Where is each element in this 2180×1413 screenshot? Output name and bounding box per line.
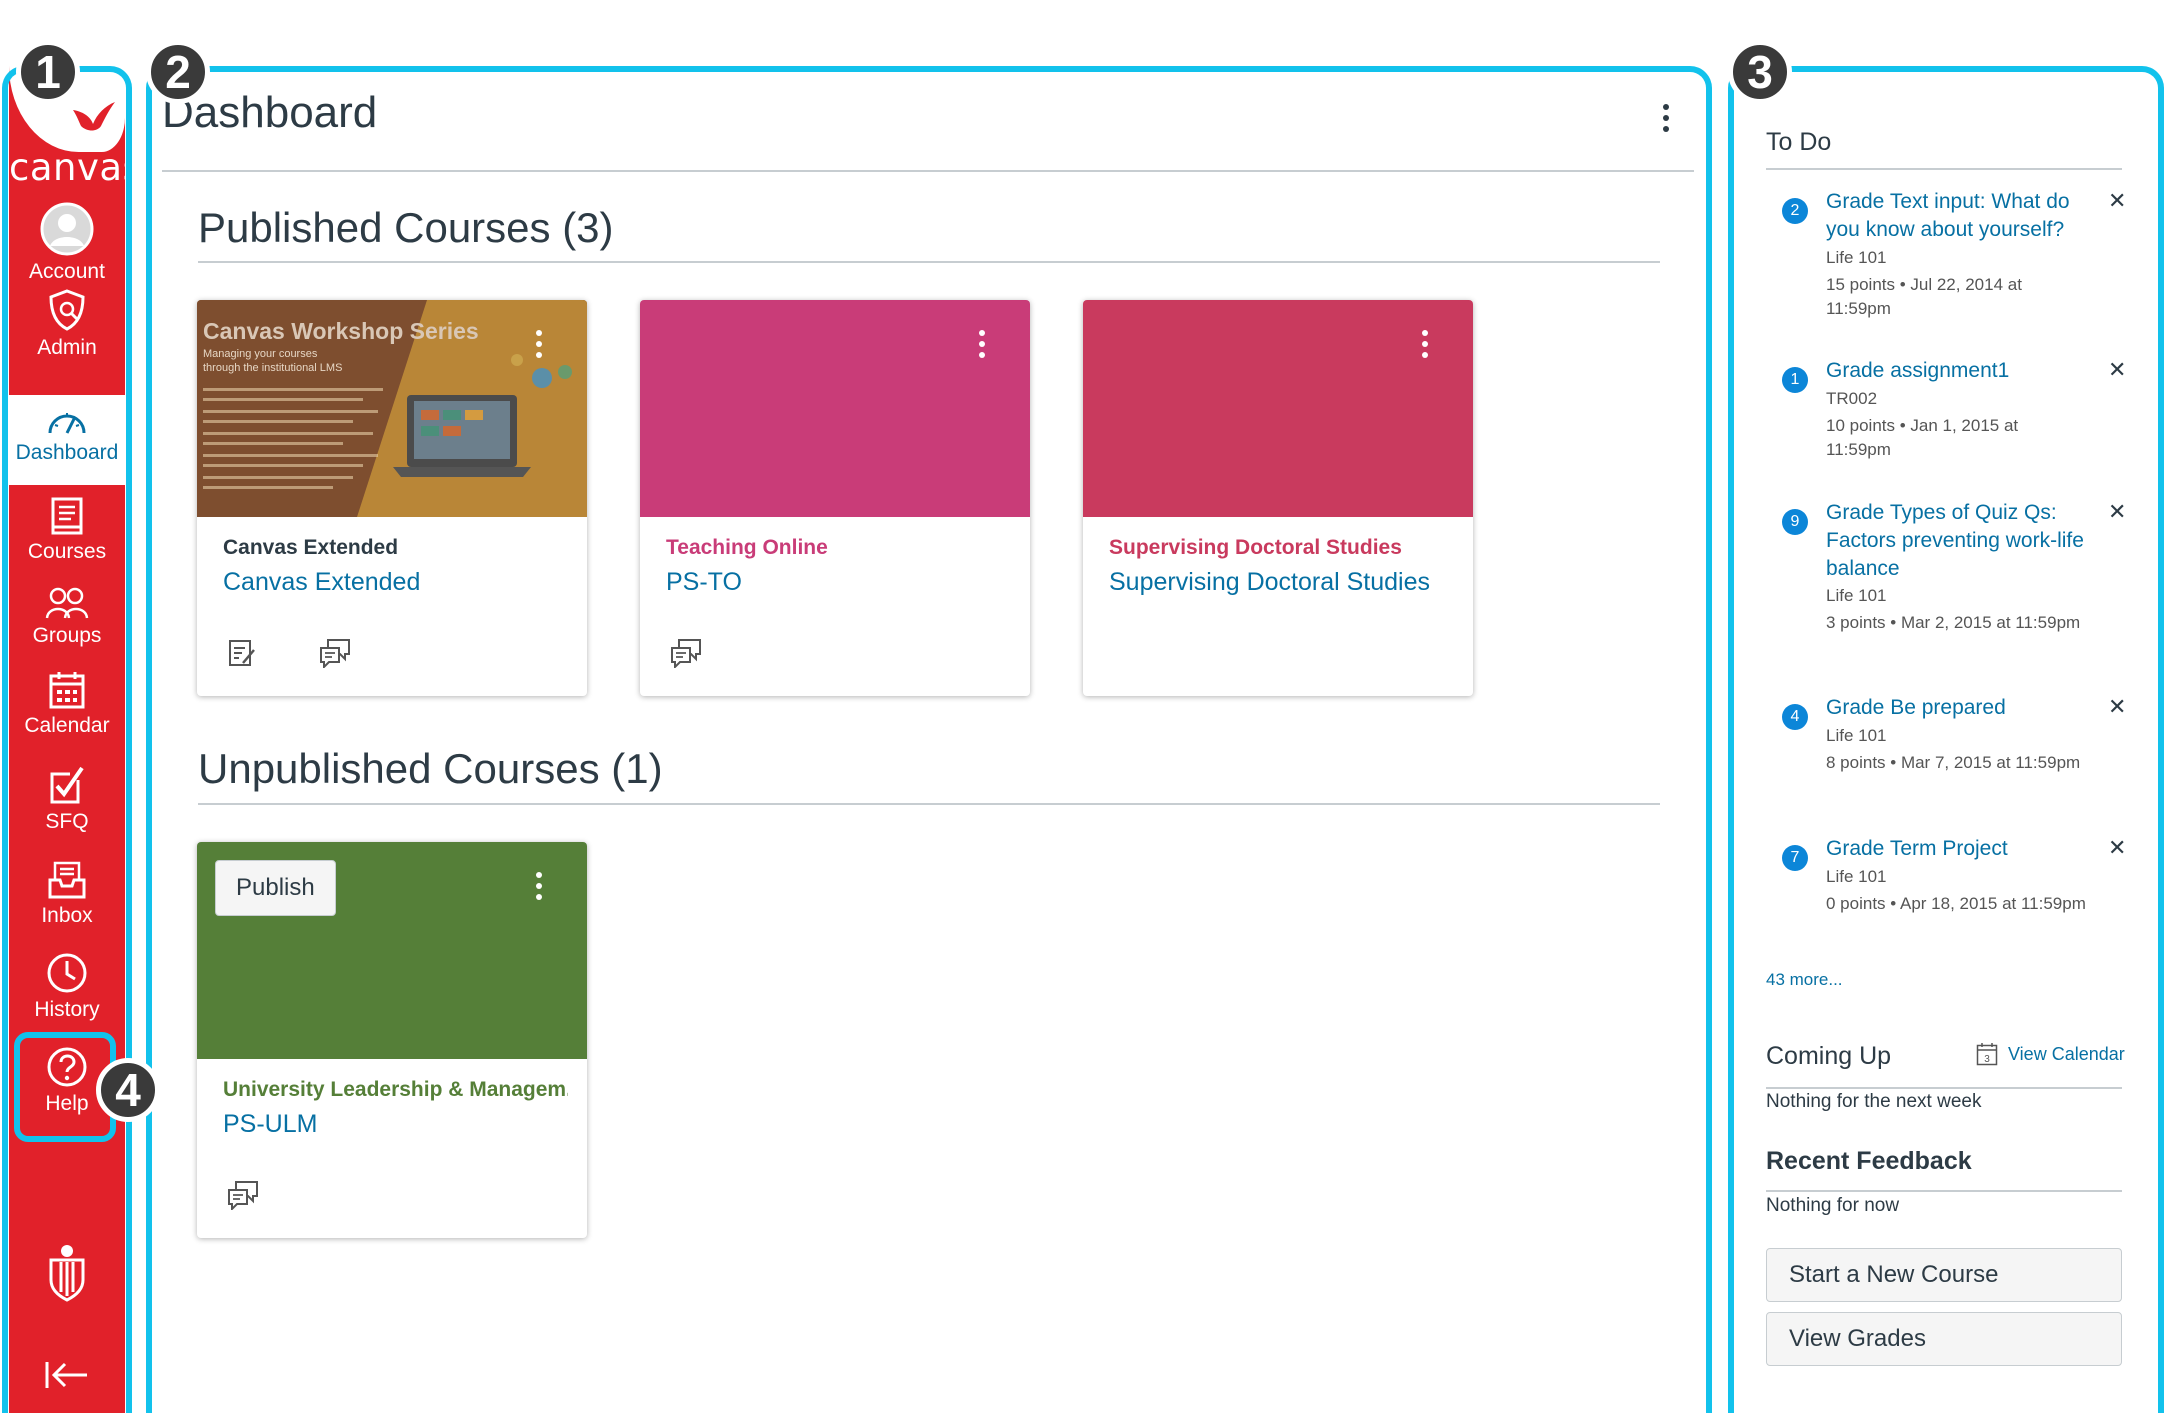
annotation-frame-2 [146, 66, 1712, 1413]
annotation-badge-1: 1 [16, 40, 80, 104]
annotation-badge-4: 4 [96, 1058, 160, 1122]
annotation-badge-2: 2 [146, 40, 210, 104]
annotation-frame-3 [1728, 66, 2164, 1413]
annotation-frame-1 [2, 66, 132, 1413]
annotation-badge-3: 3 [1728, 40, 1792, 104]
